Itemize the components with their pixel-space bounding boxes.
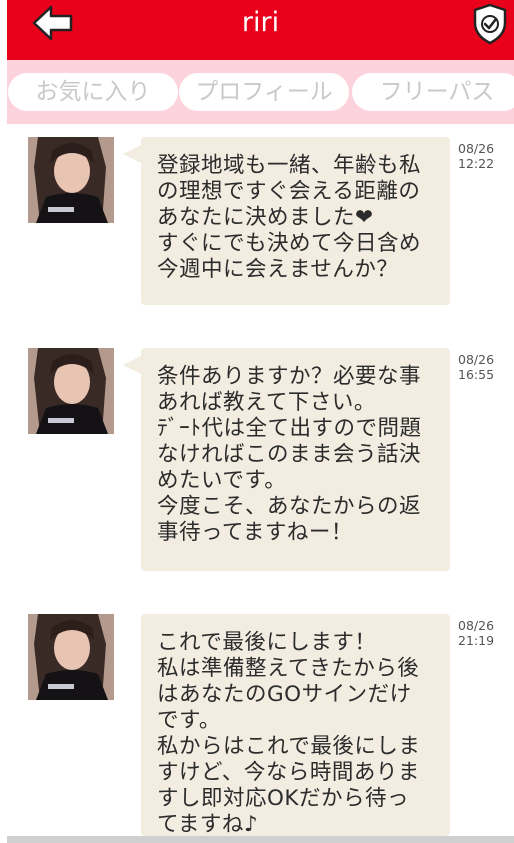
message-bubble: これで最後にします！ 私は準備整えてきたから後 はあなたのGOサインだけ です。…	[141, 614, 450, 836]
tab-profile[interactable]: プロフィール	[179, 73, 349, 111]
message-date: 08/26	[458, 618, 495, 633]
message-bubble: 登録地域も一緒、年齢も私 の理想ですぐ会える距離の あなたに決めました❤ すぐに…	[123, 137, 450, 305]
avatar[interactable]	[28, 614, 114, 700]
message-time: 21:19	[458, 633, 495, 648]
page-title: riri	[241, 7, 280, 38]
message-date: 08/26	[458, 352, 495, 367]
verified-shield-icon	[473, 3, 507, 45]
message-text: 条件ありますか？必要な事 あれば教えて下さい。 ﾃﾞｰﾄ代は全て出すので問題 な…	[157, 364, 422, 545]
message-date: 08/26	[458, 141, 495, 156]
message-bubble: 条件ありますか？必要な事 あれば教えて下さい。 ﾃﾞｰﾄ代は全て出すので問題 な…	[123, 348, 450, 571]
message-text: これで最後にします！ 私は準備整えてきたから後 はあなたのGOサインだけ です。…	[157, 630, 421, 836]
message-timestamp: 08/26 12:22	[458, 141, 508, 171]
bubble-tail	[123, 145, 141, 163]
avatar[interactable]	[28, 137, 114, 223]
verified-button[interactable]	[469, 3, 511, 45]
bubble-tail	[123, 356, 141, 374]
bottom-divider	[7, 836, 514, 843]
message-time: 16:55	[458, 367, 495, 382]
tab-favorites[interactable]: お気に入り	[8, 73, 178, 111]
avatar[interactable]	[28, 348, 114, 434]
tab-bar: お気に入り プロフィール フリーパス	[7, 60, 514, 124]
message-time: 12:22	[458, 156, 495, 171]
message-text: 登録地域も一緒、年齢も私 の理想ですぐ会える距離の あなたに決めました❤ すぐに…	[157, 153, 422, 282]
message-timestamp: 08/26 16:55	[458, 352, 508, 382]
message-timestamp: 08/26 21:19	[458, 618, 508, 648]
app-header: riri	[7, 0, 514, 60]
tab-free-pass[interactable]: フリーパス	[352, 73, 514, 111]
